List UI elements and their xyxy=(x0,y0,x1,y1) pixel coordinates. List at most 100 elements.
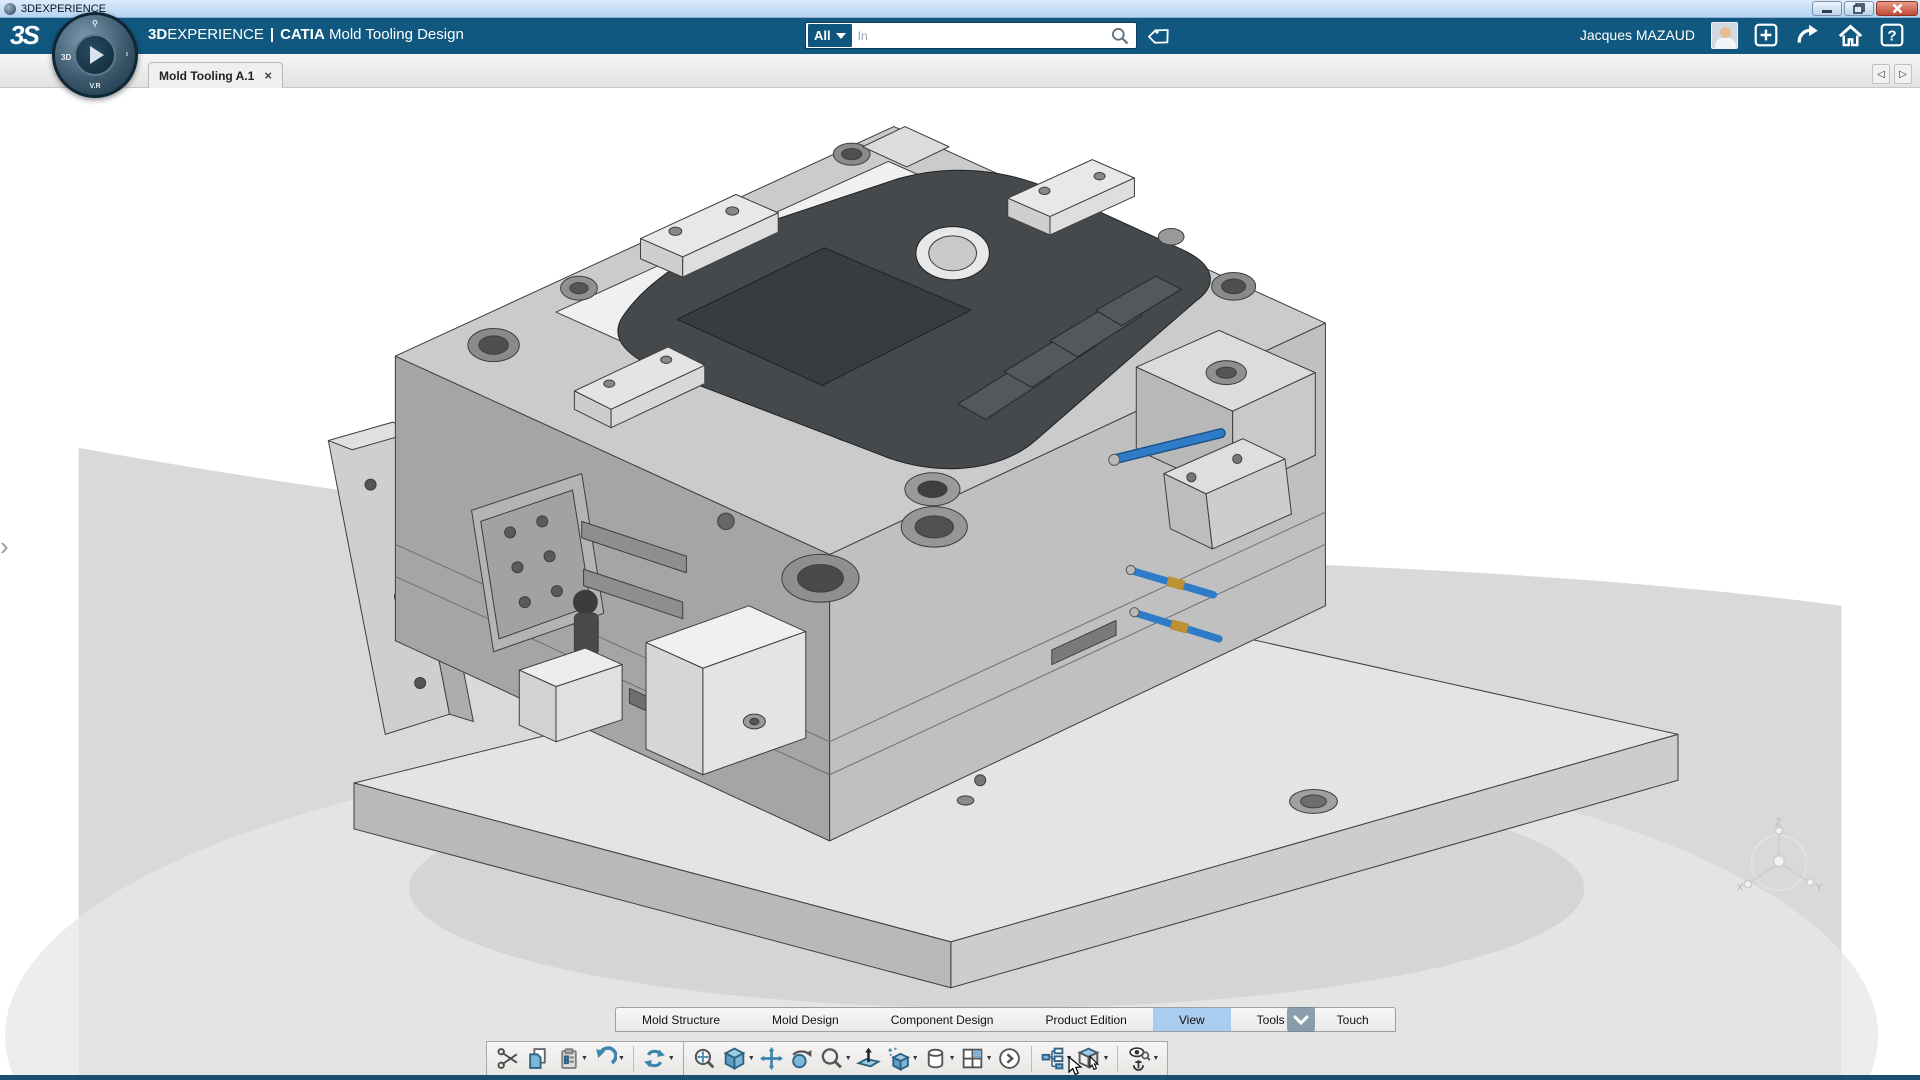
pan-icon xyxy=(760,1046,784,1071)
paste-dropdown-caret[interactable]: ▼ xyxy=(581,1055,590,1062)
cylinder-icon xyxy=(927,1048,944,1069)
quad-view-dropdown-caret[interactable]: ▼ xyxy=(986,1055,995,1062)
toolbar-button-hide-show[interactable] xyxy=(884,1044,914,1073)
fit-all-icon xyxy=(695,1048,715,1069)
3d-viewport[interactable]: X Y Z › xyxy=(0,88,1920,1075)
toolbar-divider xyxy=(1117,1045,1119,1072)
action-tab-component-design[interactable]: Component Design xyxy=(865,1008,1020,1031)
minimize-button[interactable] xyxy=(1812,1,1842,16)
action-tab-touch[interactable]: Touch xyxy=(1311,1008,1395,1031)
restore-button[interactable] xyxy=(1844,1,1874,16)
toolbar-group: ▼▼▼▼▼▼▼▼ xyxy=(683,1041,1169,1076)
visibility-anchor-icon xyxy=(1129,1047,1151,1071)
search-icon[interactable] xyxy=(1110,26,1130,46)
help-button[interactable]: ? xyxy=(1878,21,1906,49)
restore-icon xyxy=(1853,3,1865,14)
action-bar-tabs: Mold Structure Mold Design Component Desig… xyxy=(615,1007,1396,1032)
zoom-dropdown-caret[interactable]: ▼ xyxy=(845,1055,854,1062)
compass-3d-quadrant[interactable]: 3D xyxy=(61,53,71,62)
design-tree-icon xyxy=(1041,1047,1064,1070)
search-scope-dropdown[interactable]: All xyxy=(808,24,852,47)
tab-scroll-left-button[interactable]: ◁ xyxy=(1872,64,1890,84)
plus-icon xyxy=(1754,23,1778,47)
action-bar-toolbar: ▼▼▼▼▼▼▼▼▼▼▼ xyxy=(486,1041,1169,1076)
action-bar-collapse-button[interactable] xyxy=(1287,1007,1315,1032)
undo-dropdown-caret[interactable]: ▼ xyxy=(618,1055,627,1062)
tab-scroll-right-button[interactable]: ▷ xyxy=(1894,64,1912,84)
rotate-icon xyxy=(792,1050,812,1069)
select-manipulate-dropdown-caret[interactable]: ▼ xyxy=(1102,1055,1111,1062)
chevron-down-icon xyxy=(1293,1015,1309,1025)
action-tab-mold-design[interactable]: Mold Design xyxy=(746,1008,865,1031)
chevron-down-icon xyxy=(835,32,846,39)
toolbar-button-cylinder[interactable] xyxy=(921,1044,951,1073)
document-tab-mold-tooling[interactable]: Mold Tooling A.1 × xyxy=(148,62,283,88)
home-button[interactable] xyxy=(1836,21,1864,49)
app-icon xyxy=(4,2,16,15)
toolbar-group: ▼ ▼ ▼ xyxy=(486,1041,684,1076)
home-icon xyxy=(1838,24,1862,46)
toolbar-button-cut[interactable] xyxy=(493,1044,523,1073)
bottom-accent-strip xyxy=(0,1075,1920,1080)
mouse-cursor xyxy=(1068,1056,1083,1076)
app-title: 3DEXPERIENCE | CATIA Mold Tooling Design xyxy=(148,26,464,43)
axis-z-label: Z xyxy=(1775,817,1781,828)
action-tab-product-edition[interactable]: Product Edition xyxy=(1019,1008,1152,1031)
compass-info-quadrant[interactable]: ι xyxy=(126,51,128,58)
add-content-button[interactable] xyxy=(1752,21,1780,49)
toolbar-button-quad-view[interactable] xyxy=(958,1044,988,1073)
cut-icon xyxy=(497,1048,517,1069)
share-button[interactable] xyxy=(1794,21,1822,49)
update-dropdown-caret[interactable]: ▼ xyxy=(668,1055,677,1062)
toolbar-button-pan[interactable] xyxy=(757,1044,787,1073)
compass-vr-quadrant[interactable]: V.R xyxy=(89,83,100,90)
global-search-bar: All xyxy=(805,22,1137,49)
toolbar-divider xyxy=(632,1045,634,1072)
toolbar-button-fit-all[interactable] xyxy=(690,1044,720,1073)
user-name[interactable]: Jacques MAZAUD xyxy=(1580,27,1695,43)
panel-expander-chevron[interactable]: › xyxy=(0,533,9,559)
toolbar-button-undo[interactable] xyxy=(590,1044,620,1073)
help-icon: ? xyxy=(1880,23,1904,47)
svg-text:?: ? xyxy=(1887,27,1896,44)
share-arrow-icon xyxy=(1797,24,1818,43)
iso-view-dropdown-caret[interactable]: ▼ xyxy=(748,1055,757,1062)
tab-close-icon[interactable]: × xyxy=(264,68,272,83)
zoom-icon xyxy=(821,1048,843,1069)
close-button[interactable] xyxy=(1876,1,1918,16)
mold-tooling-3d-model[interactable]: X Y Z xyxy=(0,88,1920,1075)
search-input[interactable] xyxy=(851,28,1110,43)
toolbar-button-more[interactable] xyxy=(995,1044,1025,1073)
toolbar-button-copy[interactable] xyxy=(523,1044,553,1073)
quad-view-icon xyxy=(962,1048,983,1069)
toolbar-button-design-tree[interactable] xyxy=(1038,1044,1068,1073)
undo-icon xyxy=(596,1046,618,1065)
hide-show-dropdown-caret[interactable]: ▼ xyxy=(912,1055,921,1062)
hide-show-icon xyxy=(888,1047,911,1071)
tag-icon[interactable] xyxy=(1148,24,1174,48)
app-header: 3S 3DEXPERIENCE | CATIA Mold Tooling Desig… xyxy=(0,18,1920,54)
toolbar-button-normal-view[interactable] xyxy=(854,1044,884,1073)
axis-y-label: Y xyxy=(1816,882,1823,893)
toolbar-button-rotate[interactable] xyxy=(787,1044,817,1073)
play-icon xyxy=(90,46,104,64)
action-tab-mold-structure[interactable]: Mold Structure xyxy=(616,1008,746,1031)
visibility-anchor-dropdown-caret[interactable]: ▼ xyxy=(1152,1055,1161,1062)
update-icon xyxy=(644,1049,666,1068)
toolbar-divider xyxy=(1030,1045,1032,1072)
action-tab-view[interactable]: View xyxy=(1152,1008,1231,1031)
3d-compass-widget[interactable]: 3D V.R ⚲ ι xyxy=(52,12,138,98)
toolbar-button-zoom[interactable] xyxy=(817,1044,847,1073)
toolbar-button-update[interactable] xyxy=(640,1044,670,1073)
document-tab-bar: Mold Tooling A.1 × ◁ ▷ xyxy=(0,54,1920,88)
toolbar-button-visibility-anchor[interactable] xyxy=(1124,1044,1154,1073)
toolbar-button-iso-view[interactable] xyxy=(720,1044,750,1073)
copy-icon xyxy=(528,1048,546,1069)
cylinder-dropdown-caret[interactable]: ▼ xyxy=(949,1055,958,1062)
toolbar-button-paste[interactable] xyxy=(553,1044,583,1073)
compass-people-quadrant[interactable]: ⚲ xyxy=(92,19,98,28)
dassault-3ds-logo[interactable]: 3S xyxy=(10,20,40,51)
axis-x-label: X xyxy=(1737,882,1744,893)
user-avatar[interactable] xyxy=(1711,21,1738,49)
iso-view-icon xyxy=(723,1047,746,1070)
